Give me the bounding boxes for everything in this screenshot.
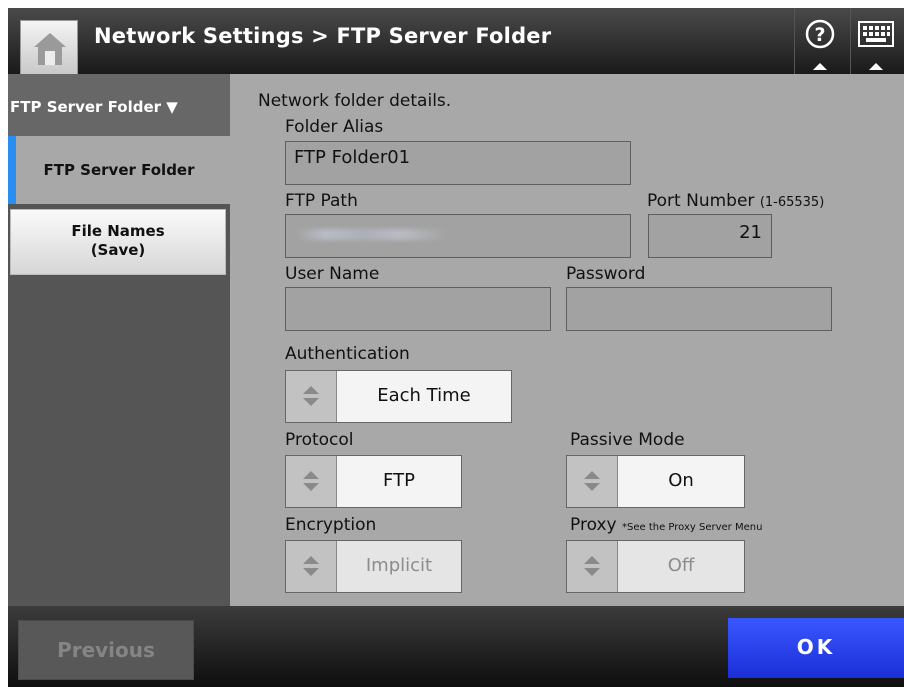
passive-mode-label: Passive Mode	[570, 430, 685, 450]
previous-button[interactable]: Previous	[18, 620, 194, 680]
port-number-label-text: Port Number	[647, 191, 755, 211]
sidebar-heading-label: FTP Server Folder ▼	[10, 98, 178, 116]
page-title: Network Settings > FTP Server Folder	[94, 24, 552, 48]
home-icon	[34, 33, 66, 65]
svg-text:?: ?	[814, 24, 825, 46]
sidebar-item-label-line1: File Names	[71, 222, 165, 240]
ftp-path-field[interactable]	[285, 214, 631, 258]
sidebar-item-label-line2: (Save)	[90, 241, 146, 259]
folder-alias-value: FTP Folder01	[294, 147, 411, 168]
encryption-value: Implicit	[365, 555, 433, 576]
port-range-hint: (1-65535)	[759, 195, 825, 210]
sidebar-item-label: File Names (Save)	[11, 222, 225, 260]
proxy-label-text: Proxy	[570, 515, 617, 535]
folder-alias-field[interactable]: FTP Folder01	[285, 141, 631, 185]
password-label: Password	[566, 264, 646, 284]
sidebar: FTP Server Folder ▼ FTP Server Folder Fi…	[8, 74, 230, 606]
sidebar-heading[interactable]: FTP Server Folder ▼	[8, 74, 230, 136]
home-button[interactable]	[20, 20, 78, 76]
proxy-value: Off	[667, 555, 695, 576]
footer-bar: Previous OK	[8, 606, 904, 687]
header-bar: Network Settings > FTP Server Folder ?	[8, 8, 904, 76]
ftp-path-value-redacted	[296, 229, 446, 240]
user-name-label: User Name	[285, 264, 380, 284]
authentication-label: Authentication	[285, 344, 410, 364]
encryption-label: Encryption	[285, 515, 377, 535]
authentication-value: Each Time	[377, 385, 471, 406]
authentication-selector[interactable]: Each Time	[285, 370, 512, 423]
help-icon: ?	[805, 19, 835, 70]
app-window: Network Settings > FTP Server Folder ? F…	[8, 8, 904, 687]
folder-alias-label: Folder Alias	[285, 117, 384, 137]
encryption-selector[interactable]: Implicit	[285, 540, 462, 593]
ok-button[interactable]: OK	[728, 618, 904, 678]
port-number-label: Port Number (1-65535)	[647, 191, 824, 211]
help-button[interactable]: ?	[794, 8, 845, 74]
port-number-value: 21	[739, 222, 762, 243]
proxy-selector[interactable]: Off	[566, 540, 745, 593]
ftp-path-label: FTP Path	[285, 191, 358, 211]
proxy-label: Proxy *See the Proxy Server Menu	[570, 515, 762, 535]
up-down-arrows-icon[interactable]	[286, 371, 337, 422]
sidebar-item-file-names-save[interactable]: File Names (Save)	[10, 209, 226, 275]
sidebar-item-ftp-server-folder[interactable]: FTP Server Folder	[8, 136, 230, 204]
protocol-selector[interactable]: FTP	[285, 455, 462, 508]
passive-mode-value: On	[668, 470, 694, 491]
up-down-arrows-icon[interactable]	[286, 541, 337, 592]
keyboard-button[interactable]	[850, 8, 901, 74]
passive-mode-selector[interactable]: On	[566, 455, 745, 508]
protocol-value: FTP	[383, 470, 415, 491]
up-down-arrows-icon[interactable]	[567, 456, 618, 507]
settings-form: Network folder details. Folder Alias FTP…	[230, 74, 904, 606]
protocol-label: Protocol	[285, 430, 354, 450]
proxy-note: *See the Proxy Server Menu	[621, 522, 763, 533]
form-description: Network folder details.	[258, 91, 452, 111]
up-down-arrows-icon[interactable]	[286, 456, 337, 507]
keyboard-icon	[858, 21, 894, 70]
user-name-field[interactable]	[285, 287, 551, 331]
sidebar-item-label: FTP Server Folder	[43, 161, 195, 179]
up-down-arrows-icon[interactable]	[567, 541, 618, 592]
password-field[interactable]	[566, 287, 832, 331]
port-number-field[interactable]: 21	[648, 214, 772, 258]
